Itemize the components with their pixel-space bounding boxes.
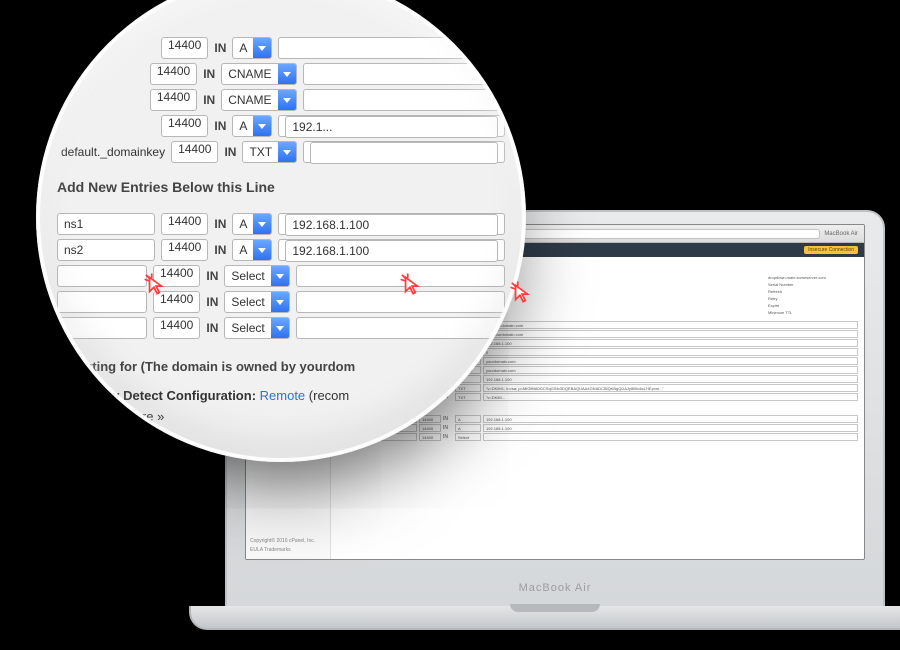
dns-new-row: 14400 IN Select	[36, 289, 526, 315]
record-value[interactable]	[483, 433, 858, 441]
record-value[interactable]: 192.168.1.100	[483, 424, 858, 432]
chevron-down-icon	[278, 90, 296, 110]
soa-field: Minimum TTL	[768, 310, 858, 315]
dns-new-row: 14400 IN A	[36, 211, 526, 237]
dns-new-row: 14400 IN Select	[36, 315, 526, 341]
text-input[interactable]	[57, 291, 147, 313]
laptop-notch	[510, 604, 600, 612]
record-type-select[interactable]: A	[232, 239, 272, 261]
laptop-base	[189, 606, 900, 630]
record-value[interactable]: "v=DKIM1; k=rsa; p=MIGfMA0GCSqGSIb3DQEBA…	[483, 384, 858, 392]
detect-config-line: ically Detect Configuration: Remote (rec…	[36, 384, 526, 405]
chevron-down-icon	[278, 64, 296, 84]
dns-new-row: 14400 IN A	[36, 237, 526, 263]
chevron-down-icon	[271, 318, 289, 338]
ttl-input[interactable]: 14400	[153, 317, 200, 339]
ttl-input[interactable]: 14400	[161, 239, 208, 261]
more-link-2: r more »	[36, 426, 526, 447]
text-input[interactable]	[285, 214, 498, 236]
dns-record-row: 14400 IN A	[36, 35, 526, 61]
chevron-down-icon	[253, 214, 271, 234]
record-class: IN	[206, 269, 218, 283]
soa-field: Refresh	[768, 289, 858, 294]
soa-field: Expire	[768, 303, 858, 308]
soa-nameserver-box[interactable]: dropdown.main.someserver.com	[768, 275, 858, 280]
text-input[interactable]	[57, 265, 147, 287]
record-value[interactable]: 192.168.1.100	[483, 415, 858, 423]
record-type-select[interactable]: CNAME	[221, 89, 296, 111]
dns-record-row: default._domainkey 14400 IN TXT	[36, 139, 526, 165]
record-type-select[interactable]: A	[232, 213, 272, 235]
dns-record-row: 14400 IN CNAME	[36, 61, 526, 87]
text-input[interactable]	[57, 317, 147, 339]
text-input[interactable]	[285, 116, 498, 138]
record-value[interactable]: "v=DKIM...	[483, 393, 858, 401]
text-input[interactable]	[285, 240, 498, 262]
ttl-input[interactable]: 14400	[171, 141, 218, 163]
record-type-select[interactable]: Select	[224, 317, 289, 339]
record-class: IN	[214, 41, 226, 55]
insecure-badge[interactable]: Insecure Connection	[804, 246, 858, 254]
record-type-select[interactable]: A	[232, 37, 272, 59]
laptop-brand: MacBook Air	[225, 582, 885, 594]
record-value[interactable]: yourdomain.com	[483, 366, 858, 374]
ttl-input[interactable]: 14400	[161, 115, 208, 137]
chevron-down-icon	[253, 116, 271, 136]
ttl-input[interactable]: 14400	[161, 37, 208, 59]
record-type-select[interactable]: A	[232, 115, 272, 137]
text-input[interactable]	[57, 239, 155, 261]
chevron-down-icon	[253, 240, 271, 260]
record-value[interactable]: yourdomain.com	[483, 357, 858, 365]
magnifier: 14400 IN A 14400 IN CNAME 14400 IN CNAME…	[36, 0, 526, 462]
record-class: IN	[203, 67, 215, 81]
text-input[interactable]	[57, 213, 155, 235]
record-value[interactable]: 192.168.1.100	[483, 375, 858, 383]
record-value[interactable]: ns2.yourdomain.com	[483, 330, 858, 338]
sidebar-legal: EULA Trademarks	[250, 547, 326, 553]
dns-record-row: 14400 IN CNAME	[36, 87, 526, 113]
remote-link[interactable]: Remote	[260, 388, 306, 403]
ttl-input[interactable]: 14400	[150, 63, 197, 85]
record-type-select[interactable]: TXT	[242, 141, 297, 163]
chevron-down-icon	[271, 292, 289, 312]
chevron-down-icon	[253, 38, 271, 58]
sidebar-copyright: Copyright© 2016 cPanel, Inc.	[250, 538, 326, 544]
ttl-input[interactable]: 14400	[161, 213, 208, 235]
soa-field: Serial Number	[768, 282, 858, 287]
record-class: IN	[206, 295, 218, 309]
text-input[interactable]	[310, 142, 498, 164]
record-class: IN	[214, 243, 226, 257]
chevron-down-icon	[271, 266, 289, 286]
record-type-select[interactable]: CNAME	[221, 63, 296, 85]
browser-title: MacBook Air	[824, 225, 858, 243]
record-name: default._domainkey	[57, 145, 165, 159]
record-value[interactable]: 192.168.1.100	[483, 339, 858, 347]
soa-field: Retry	[768, 296, 858, 301]
record-class: IN	[206, 321, 218, 335]
record-class: IN	[224, 145, 236, 159]
routing-title: Routing for (The domain is owned by your…	[36, 341, 526, 384]
chevron-down-icon	[278, 142, 296, 162]
record-class: IN	[214, 217, 226, 231]
record-type-select[interactable]: Select	[224, 291, 289, 313]
record-type-select[interactable]: Select	[224, 265, 289, 287]
ttl-input[interactable]: 14400	[153, 265, 200, 287]
dns-record-row: 14400 IN A	[36, 113, 526, 139]
record-class: IN	[214, 119, 226, 133]
record-class: IN	[203, 93, 215, 107]
more-link-1: anger more »	[36, 405, 526, 426]
section-title: Add New Entries Below this Line	[36, 165, 526, 205]
ttl-input[interactable]: 14400	[153, 291, 200, 313]
dns-new-row: 14400 IN Select	[36, 263, 526, 289]
record-value[interactable]: ns1.yourdomain.com	[483, 321, 858, 329]
record-value[interactable]: 0	[483, 348, 858, 356]
ttl-input[interactable]: 14400	[150, 89, 197, 111]
